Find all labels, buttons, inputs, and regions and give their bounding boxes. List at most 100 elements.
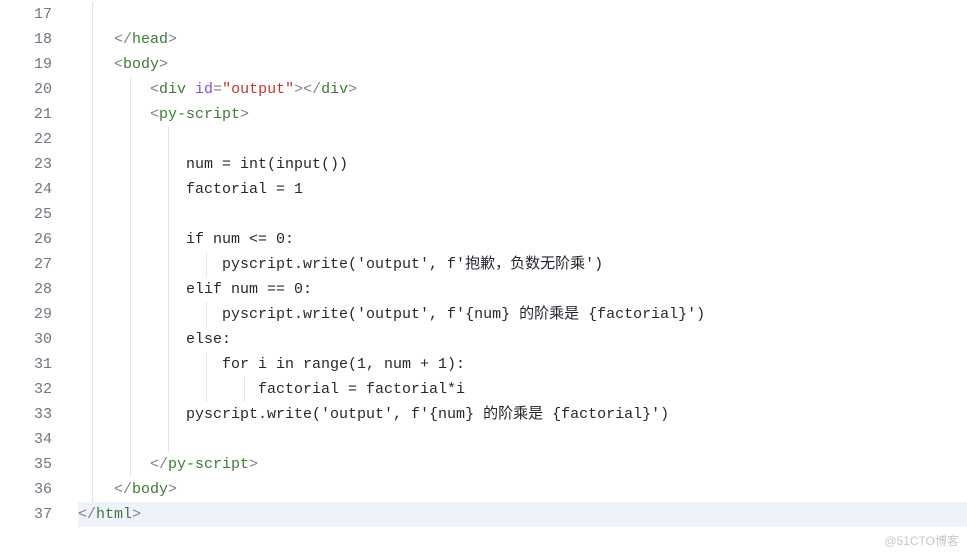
indent-guide: [92, 402, 93, 427]
code-line[interactable]: </body>: [78, 477, 967, 502]
code-token: [78, 456, 150, 473]
code-token: </: [78, 506, 96, 523]
code-line[interactable]: pyscript.write('output', f'{num} 的阶乘是 {f…: [78, 302, 967, 327]
code-line[interactable]: [78, 427, 967, 452]
indent-guide: [130, 377, 131, 402]
code-token: html: [96, 506, 132, 523]
indent-guide: [168, 152, 169, 177]
line-number: 31: [0, 352, 52, 377]
code-token: [78, 106, 150, 123]
line-number: 24: [0, 177, 52, 202]
indent-guide: [206, 252, 207, 277]
code-token: [78, 56, 114, 73]
code-line[interactable]: elif num == 0:: [78, 277, 967, 302]
line-number: 17: [0, 2, 52, 27]
indent-guide: [92, 327, 93, 352]
indent-guide: [130, 327, 131, 352]
indent-guide: [168, 427, 169, 452]
indent-guide: [92, 352, 93, 377]
line-number: 32: [0, 377, 52, 402]
line-number: 26: [0, 227, 52, 252]
code-line[interactable]: if num <= 0:: [78, 227, 967, 252]
code-token: pyscript.write('output', f'{num} 的阶乘是 {f…: [78, 406, 669, 423]
code-token: factorial = 1: [78, 181, 303, 198]
code-line[interactable]: </py-script>: [78, 452, 967, 477]
code-token: pyscript.write('output', f'{num} 的阶乘是 {f…: [78, 306, 705, 323]
code-token: [78, 81, 150, 98]
indent-guide: [92, 302, 93, 327]
line-number: 36: [0, 477, 52, 502]
indent-guide: [130, 127, 131, 152]
code-token: >: [132, 506, 141, 523]
code-token: </: [114, 31, 132, 48]
indent-guide: [92, 152, 93, 177]
indent-guide: [92, 2, 93, 27]
line-number: 20: [0, 77, 52, 102]
code-token: [78, 31, 114, 48]
indent-guide: [130, 152, 131, 177]
code-token: </: [150, 456, 168, 473]
line-number: 37: [0, 502, 52, 527]
code-line[interactable]: for i in range(1, num + 1):: [78, 352, 967, 377]
code-line[interactable]: </html>: [78, 502, 967, 527]
code-token: else:: [78, 331, 231, 348]
code-line[interactable]: <body>: [78, 52, 967, 77]
indent-guide: [168, 277, 169, 302]
code-area[interactable]: </head> <body> <div id="output"></div> <…: [78, 0, 967, 553]
code-line[interactable]: pyscript.write('output', f'{num} 的阶乘是 {f…: [78, 402, 967, 427]
indent-guide: [92, 452, 93, 477]
indent-guide: [168, 402, 169, 427]
line-number: 30: [0, 327, 52, 352]
code-token: head: [132, 31, 168, 48]
code-token: <: [114, 56, 123, 73]
code-line[interactable]: factorial = factorial*i: [78, 377, 967, 402]
indent-guide: [168, 252, 169, 277]
code-token: id: [195, 81, 213, 98]
code-editor[interactable]: 1718192021222324252627282930313233343536…: [0, 0, 967, 553]
code-token: [78, 481, 114, 498]
code-token: =: [213, 81, 222, 98]
code-line[interactable]: <py-script>: [78, 102, 967, 127]
code-token: factorial = factorial*i: [78, 381, 465, 398]
indent-guide: [130, 352, 131, 377]
code-token: <: [150, 81, 159, 98]
indent-guide: [92, 427, 93, 452]
indent-guide: [206, 302, 207, 327]
code-token: elif num == 0:: [78, 281, 312, 298]
indent-guide: [168, 327, 169, 352]
line-number: 22: [0, 127, 52, 152]
indent-guide: [244, 377, 245, 402]
indent-guide: [168, 202, 169, 227]
code-token: <: [150, 106, 159, 123]
indent-guide: [168, 302, 169, 327]
code-token: ></: [294, 81, 321, 98]
code-line[interactable]: else:: [78, 327, 967, 352]
code-line[interactable]: <div id="output"></div>: [78, 77, 967, 102]
line-number: 18: [0, 27, 52, 52]
code-token: div: [321, 81, 348, 98]
code-token: pyscript.write('output', f'抱歉，负数无阶乘'): [78, 256, 603, 273]
indent-guide: [206, 352, 207, 377]
indent-guide: [92, 177, 93, 202]
indent-guide: [168, 377, 169, 402]
code-line[interactable]: pyscript.write('output', f'抱歉，负数无阶乘'): [78, 252, 967, 277]
code-token: body: [123, 56, 159, 73]
line-number: 25: [0, 202, 52, 227]
code-line[interactable]: [78, 2, 967, 27]
code-token: py-script: [168, 456, 249, 473]
indent-guide: [168, 227, 169, 252]
code-line[interactable]: factorial = 1: [78, 177, 967, 202]
line-number: 29: [0, 302, 52, 327]
code-line[interactable]: num = int(input()): [78, 152, 967, 177]
code-line[interactable]: [78, 127, 967, 152]
code-token: div: [159, 81, 195, 98]
indent-guide: [92, 477, 93, 502]
code-token: </: [114, 481, 132, 498]
code-line[interactable]: </head>: [78, 27, 967, 52]
line-number: 27: [0, 252, 52, 277]
indent-guide: [92, 227, 93, 252]
code-token: body: [132, 481, 168, 498]
line-number: 21: [0, 102, 52, 127]
indent-guide: [130, 227, 131, 252]
code-line[interactable]: [78, 202, 967, 227]
